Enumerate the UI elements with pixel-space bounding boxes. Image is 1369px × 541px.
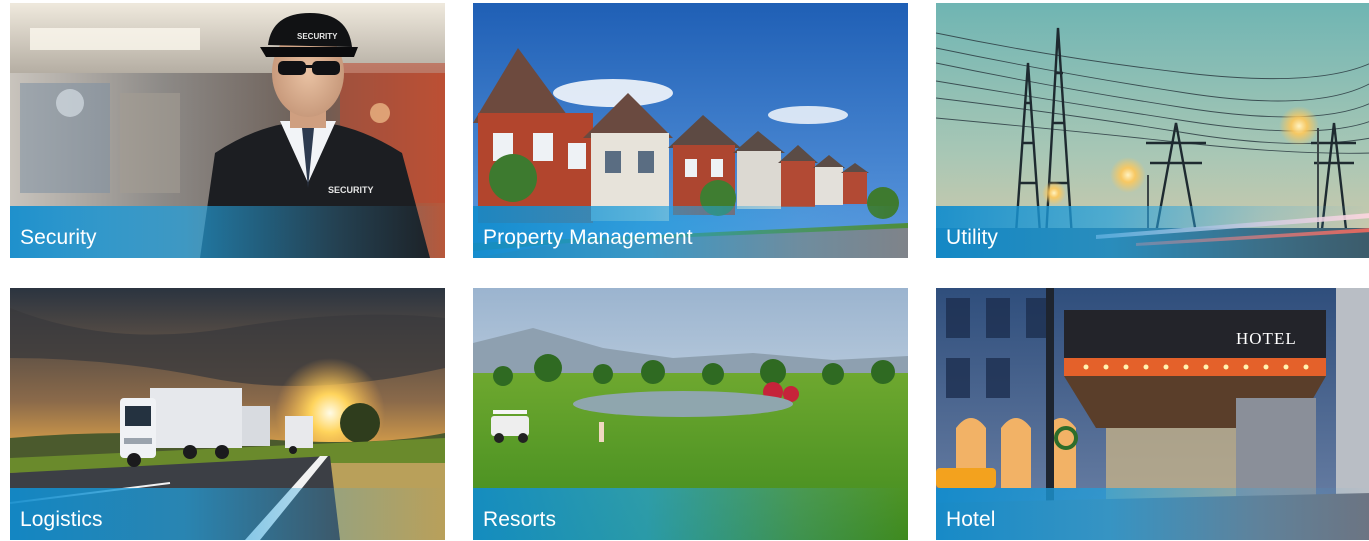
tile-label-security: Security [20, 226, 97, 249]
tile-security[interactable]: SECURITY SECURITY Security [10, 3, 445, 258]
tile-label-hotel: Hotel [946, 508, 996, 531]
tile-caption: Hotel [936, 488, 1369, 540]
tile-utility[interactable]: Utility [936, 3, 1369, 258]
svg-text:SECURITY: SECURITY [297, 32, 338, 41]
tile-caption: Security [10, 206, 445, 258]
svg-text:SECURITY: SECURITY [328, 185, 374, 195]
tile-caption: Property Management [473, 206, 908, 258]
tile-label-utility: Utility [946, 226, 999, 249]
tile-property-management[interactable]: Property Management [473, 3, 908, 258]
industry-grid: SECURITY SECURITY Security Property Mana… [10, 3, 1369, 540]
tile-label-property-management: Property Management [483, 226, 693, 249]
tile-caption: Logistics [10, 488, 445, 540]
tile-caption: Resorts [473, 488, 908, 540]
tile-hotel[interactable]: HOTEL Hotel [936, 288, 1369, 540]
tile-label-resorts: Resorts [483, 508, 557, 531]
tile-caption: Utility [936, 206, 1369, 258]
tile-label-logistics: Logistics [20, 508, 103, 531]
tile-logistics[interactable]: Logistics [10, 288, 445, 540]
svg-text:HOTEL: HOTEL [1236, 329, 1297, 348]
tile-resorts[interactable]: Resorts [473, 288, 908, 540]
